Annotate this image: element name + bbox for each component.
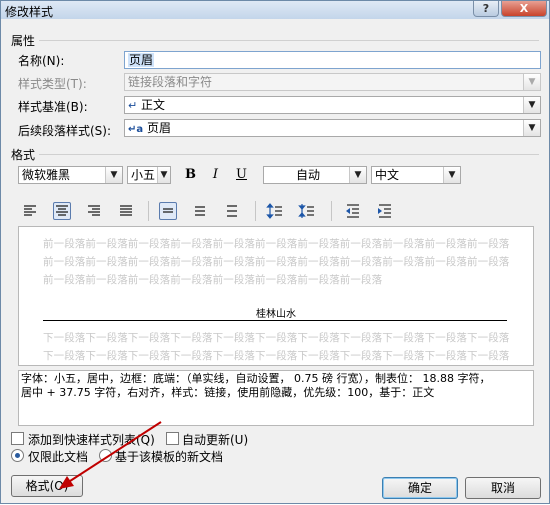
annotation-arrow-icon	[59, 421, 162, 489]
modify-style-dialog: 修改样式 ? X 属性 名称(N): 页眉 样式类型(T): 链接段落和字符 ▼…	[0, 0, 550, 504]
